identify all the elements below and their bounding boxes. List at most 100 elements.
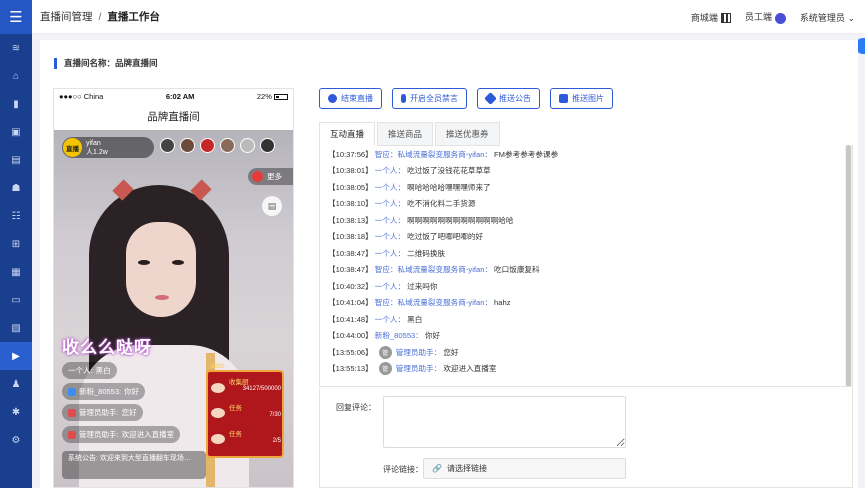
chat-message: 【10:38:13】 一个人： 啊啊啊啊啊啊啊啊啊啊啊啊哈哈 [328,212,838,229]
message-user[interactable]: 一个人： [375,165,405,176]
viewer-avatar[interactable] [180,138,195,153]
message-text: 吃不消化料二手货源 [407,199,476,209]
message-user[interactable]: 一个人： [375,248,405,259]
shop-icon[interactable]: ▤ [262,196,282,216]
battery-icon [274,93,288,100]
room-name-label: 直播间名称： [64,58,116,68]
link-select[interactable]: 🔗 请选择链接 [423,458,626,479]
streamer-face [126,222,196,317]
gear-cluster-icon[interactable]: ✱ [0,398,32,426]
task-panel[interactable]: 2020 收集厨 34127/500000 任务 7/30 任务 2/5 [206,364,284,458]
message-user[interactable]: 一个人： [375,198,405,209]
admin-label: 系统管理员 [799,12,845,23]
link-icon: 🔗 [432,464,442,473]
tab-interactive-live[interactable]: 互动直播 [319,122,376,146]
message-user[interactable]: 管理员助手： [396,347,442,358]
people-icon[interactable]: ☗ [0,174,32,202]
viewer-avatar[interactable] [200,138,215,153]
tab-push-coupon[interactable]: 推送优惠券 [435,122,500,146]
message-text: FM参考参考参课参 [494,149,559,159]
book-icon[interactable]: ▮ [0,90,32,118]
task-food-icon [211,408,225,418]
push-notice-button[interactable]: 推送公告 [477,88,540,109]
push-image-label: 推送图片 [572,94,604,103]
push-image-button[interactable]: 推送图片 [550,88,613,109]
reply-form: 回复评论： 评论链接： 🔗 请选择链接 [319,388,853,488]
admin-badge-icon [68,430,76,439]
battery-percent: 22% [256,91,272,101]
image-icon [559,94,568,103]
message-text: 过来吗你 [407,281,438,291]
layers-icon[interactable]: ≋ [0,34,32,62]
printer-icon[interactable]: ▭ [0,286,32,314]
chat-message: 【10:38:05】 一个人： 啊哈哈哈哈嘿嘿嘿师来了 [328,179,838,196]
admin-menu[interactable]: 系统管理员 ⌄ [800,11,855,24]
end-live-button[interactable]: 结束直播 [319,88,382,109]
breadcrumb: 直播间管理 / 直播工作台 [40,9,160,24]
scrollbar[interactable] [845,145,852,386]
viewer-avatar[interactable] [240,138,255,153]
avatar [774,12,786,24]
end-live-label: 结束直播 [341,94,373,103]
chevron-down-icon: ⌄ [847,12,855,23]
scrollbar-thumb[interactable] [846,145,851,386]
mall-link[interactable]: 商城端 [691,11,731,24]
chat-message: 【13:55:06】管管理员助手： 您好 [328,344,838,361]
qrcode-icon [720,13,731,24]
message-time: 【13:55:13】 [328,364,373,374]
task-name: 任务 [229,405,242,412]
reply-comment-textarea[interactable] [383,396,626,448]
message-text: 啊啊啊啊啊啊啊啊啊啊啊啊哈哈 [407,215,514,225]
group-icon[interactable]: ☷ [0,202,32,230]
message-time: 【10:38:01】 [328,166,373,176]
viewer-avatar[interactable] [160,138,175,153]
message-user[interactable]: 一个人： [375,314,405,325]
staff-link[interactable]: 员工端 [745,10,786,24]
task-name: 任务 [229,431,242,438]
message-time: 【10:44:00】 [328,331,373,341]
anchor-name: yifan [86,139,101,147]
video-icon[interactable]: ▶ [0,342,32,370]
box-icon[interactable]: ▣ [0,118,32,146]
mute-all-button[interactable]: 开启全员禁言 [392,88,467,109]
message-text: 吃过饭了没钱花花草草草 [407,166,491,176]
document-icon[interactable]: ▤ [0,146,32,174]
system-notice: 系统公告: 欢迎来到大型直播翻车现场… [62,451,206,479]
menu-icon[interactable]: ☰ [0,0,32,34]
message-user[interactable]: 一个人： [375,231,405,242]
header-actions: 商城端 员工端 系统管理员 ⌄ [691,0,855,34]
message-user[interactable]: 一个人： [375,215,405,226]
viewer-avatar[interactable] [220,138,235,153]
send-icon [484,92,497,105]
more-button[interactable]: 更多 [248,168,293,185]
message-time: 【10:38:47】 [328,248,373,258]
battery-status: 22% [257,92,288,101]
viewer-avatar[interactable] [260,138,275,153]
user-badge-icon [68,387,76,396]
settings-icon[interactable]: ⚙ [0,426,32,454]
chat-message: 【10:44:00】 新粉_80553： 你好 [328,328,838,345]
chat-log[interactable]: 【10:37:56】 智应：私域流量裂变服务商-yifan： FM参考参考参课参 【1… [319,145,853,387]
message-user[interactable]: 智应：私域流量裂变服务商-yifan： [375,297,492,308]
message-user[interactable]: 智应：私域流量裂变服务商-yifan： [375,264,492,275]
sitemap-icon[interactable]: ⊞ [0,230,32,258]
live-badge: 直播 [63,138,82,157]
chart-icon[interactable]: ▧ [0,314,32,342]
chat-message: 【10:40:32】 一个人： 过来吗你 [328,278,838,295]
shop-icon[interactable]: ⌂ [0,62,32,90]
message-text: 您好 [443,347,459,357]
message-user[interactable]: 管理员助手： [396,363,442,374]
task-value: 34127/500000 [242,386,281,392]
message-user[interactable]: 一个人： [375,182,405,193]
sidebar: ☰ ≋ ⌂ ▮ ▣ ▤ ☗ ☷ ⊞ ▦ ▭ ▧ ▶ ♟ ✱ ⚙ [0,0,32,488]
breadcrumb-item-live-room[interactable]: 直播间管理 [40,11,93,23]
chat-message: 【10:38:10】 一个人： 吃不消化料二手货源 [328,196,838,213]
user-gear-icon[interactable]: ♟ [0,370,32,398]
tab-push-product[interactable]: 推送商品 [377,122,434,146]
message-user[interactable]: 智应：私域流量裂变服务商-yifan： [375,149,492,160]
message-user[interactable]: 一个人： [375,281,405,292]
anchor-info[interactable]: 直播 yifan 人1.2w [62,137,154,158]
wallet-icon[interactable]: ▦ [0,258,32,286]
message-text: 黑白 [407,314,423,324]
message-user[interactable]: 新粉_80553： [375,330,423,341]
